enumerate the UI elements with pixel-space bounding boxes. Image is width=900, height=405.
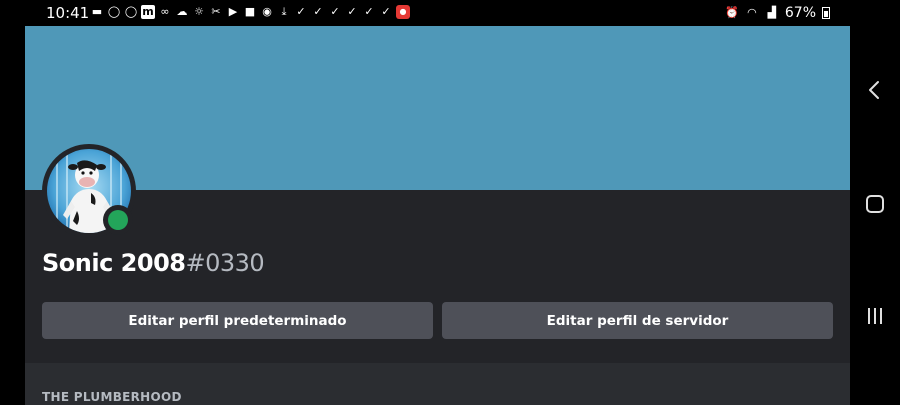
profile-screen: Sonic 2008#0330 Editar perfil predetermi…	[25, 26, 850, 405]
username-text: Sonic 2008	[42, 249, 186, 277]
back-icon[interactable]	[863, 78, 887, 102]
status-bar: 10:41 ▬ ◯ ◯ m ∞ ☁ ☼ ✂ ▶ ■ ◉ ⤓ ✓ ✓ ✓ ✓ ✓ …	[0, 0, 900, 26]
clock: 10:41	[46, 4, 90, 22]
signal-icon: ▟	[767, 6, 777, 19]
notification-icons: ▬ ◯ ◯ m ∞ ☁ ☼ ✂ ▶ ■ ◉ ⤓ ✓ ✓ ✓ ✓ ✓ ✓ ●	[90, 5, 410, 19]
navigation-bar	[850, 26, 900, 405]
download-icon: ⤓	[281, 5, 287, 18]
section-title: THE PLUMBERHOOD	[42, 390, 182, 404]
m-icon: m	[141, 5, 155, 19]
scissors-icon: ✂	[211, 5, 221, 18]
battery-percentage: 67%	[784, 5, 816, 21]
wifi-icon: ◠	[747, 6, 757, 19]
recent-apps-icon[interactable]	[863, 304, 887, 328]
online-status-icon	[108, 210, 128, 230]
youtube-icon: ▶	[228, 5, 238, 18]
cloud-icon: ☁	[176, 5, 188, 18]
alarm-icon: ⏰	[725, 6, 739, 19]
whatsapp-icon: ◯	[124, 5, 138, 18]
edit-default-profile-button[interactable]: Editar perfil predeterminado	[42, 302, 433, 339]
online-status-badge	[103, 205, 133, 235]
weather-icon: ☼	[194, 5, 204, 18]
avatar-container[interactable]	[42, 144, 136, 238]
profile-username: Sonic 2008#0330	[42, 249, 265, 277]
check-icon: ✓	[347, 5, 357, 18]
whatsapp-icon: ◯	[107, 5, 121, 18]
app-red-icon: ●	[396, 5, 410, 19]
edit-server-profile-button[interactable]: Editar perfil de servidor	[442, 302, 833, 339]
home-icon[interactable]	[863, 192, 887, 216]
server-section: THE PLUMBERHOOD	[25, 363, 850, 405]
system-icons: ⏰ ◠ ▟ 67%	[725, 5, 830, 21]
messenger-icon: ◉	[262, 5, 272, 18]
check-icon: ✓	[381, 5, 391, 18]
profile-banner	[25, 26, 850, 190]
check-icon: ✓	[364, 5, 374, 18]
voicemail-icon: ∞	[160, 5, 170, 18]
username-discriminator: #0330	[185, 249, 265, 277]
check-icon: ✓	[296, 5, 306, 18]
battery-icon	[822, 7, 830, 19]
video-icon: ■	[244, 5, 256, 18]
message-icon: ▬	[91, 5, 103, 18]
check-icon: ✓	[313, 5, 323, 18]
check-icon: ✓	[330, 5, 340, 18]
